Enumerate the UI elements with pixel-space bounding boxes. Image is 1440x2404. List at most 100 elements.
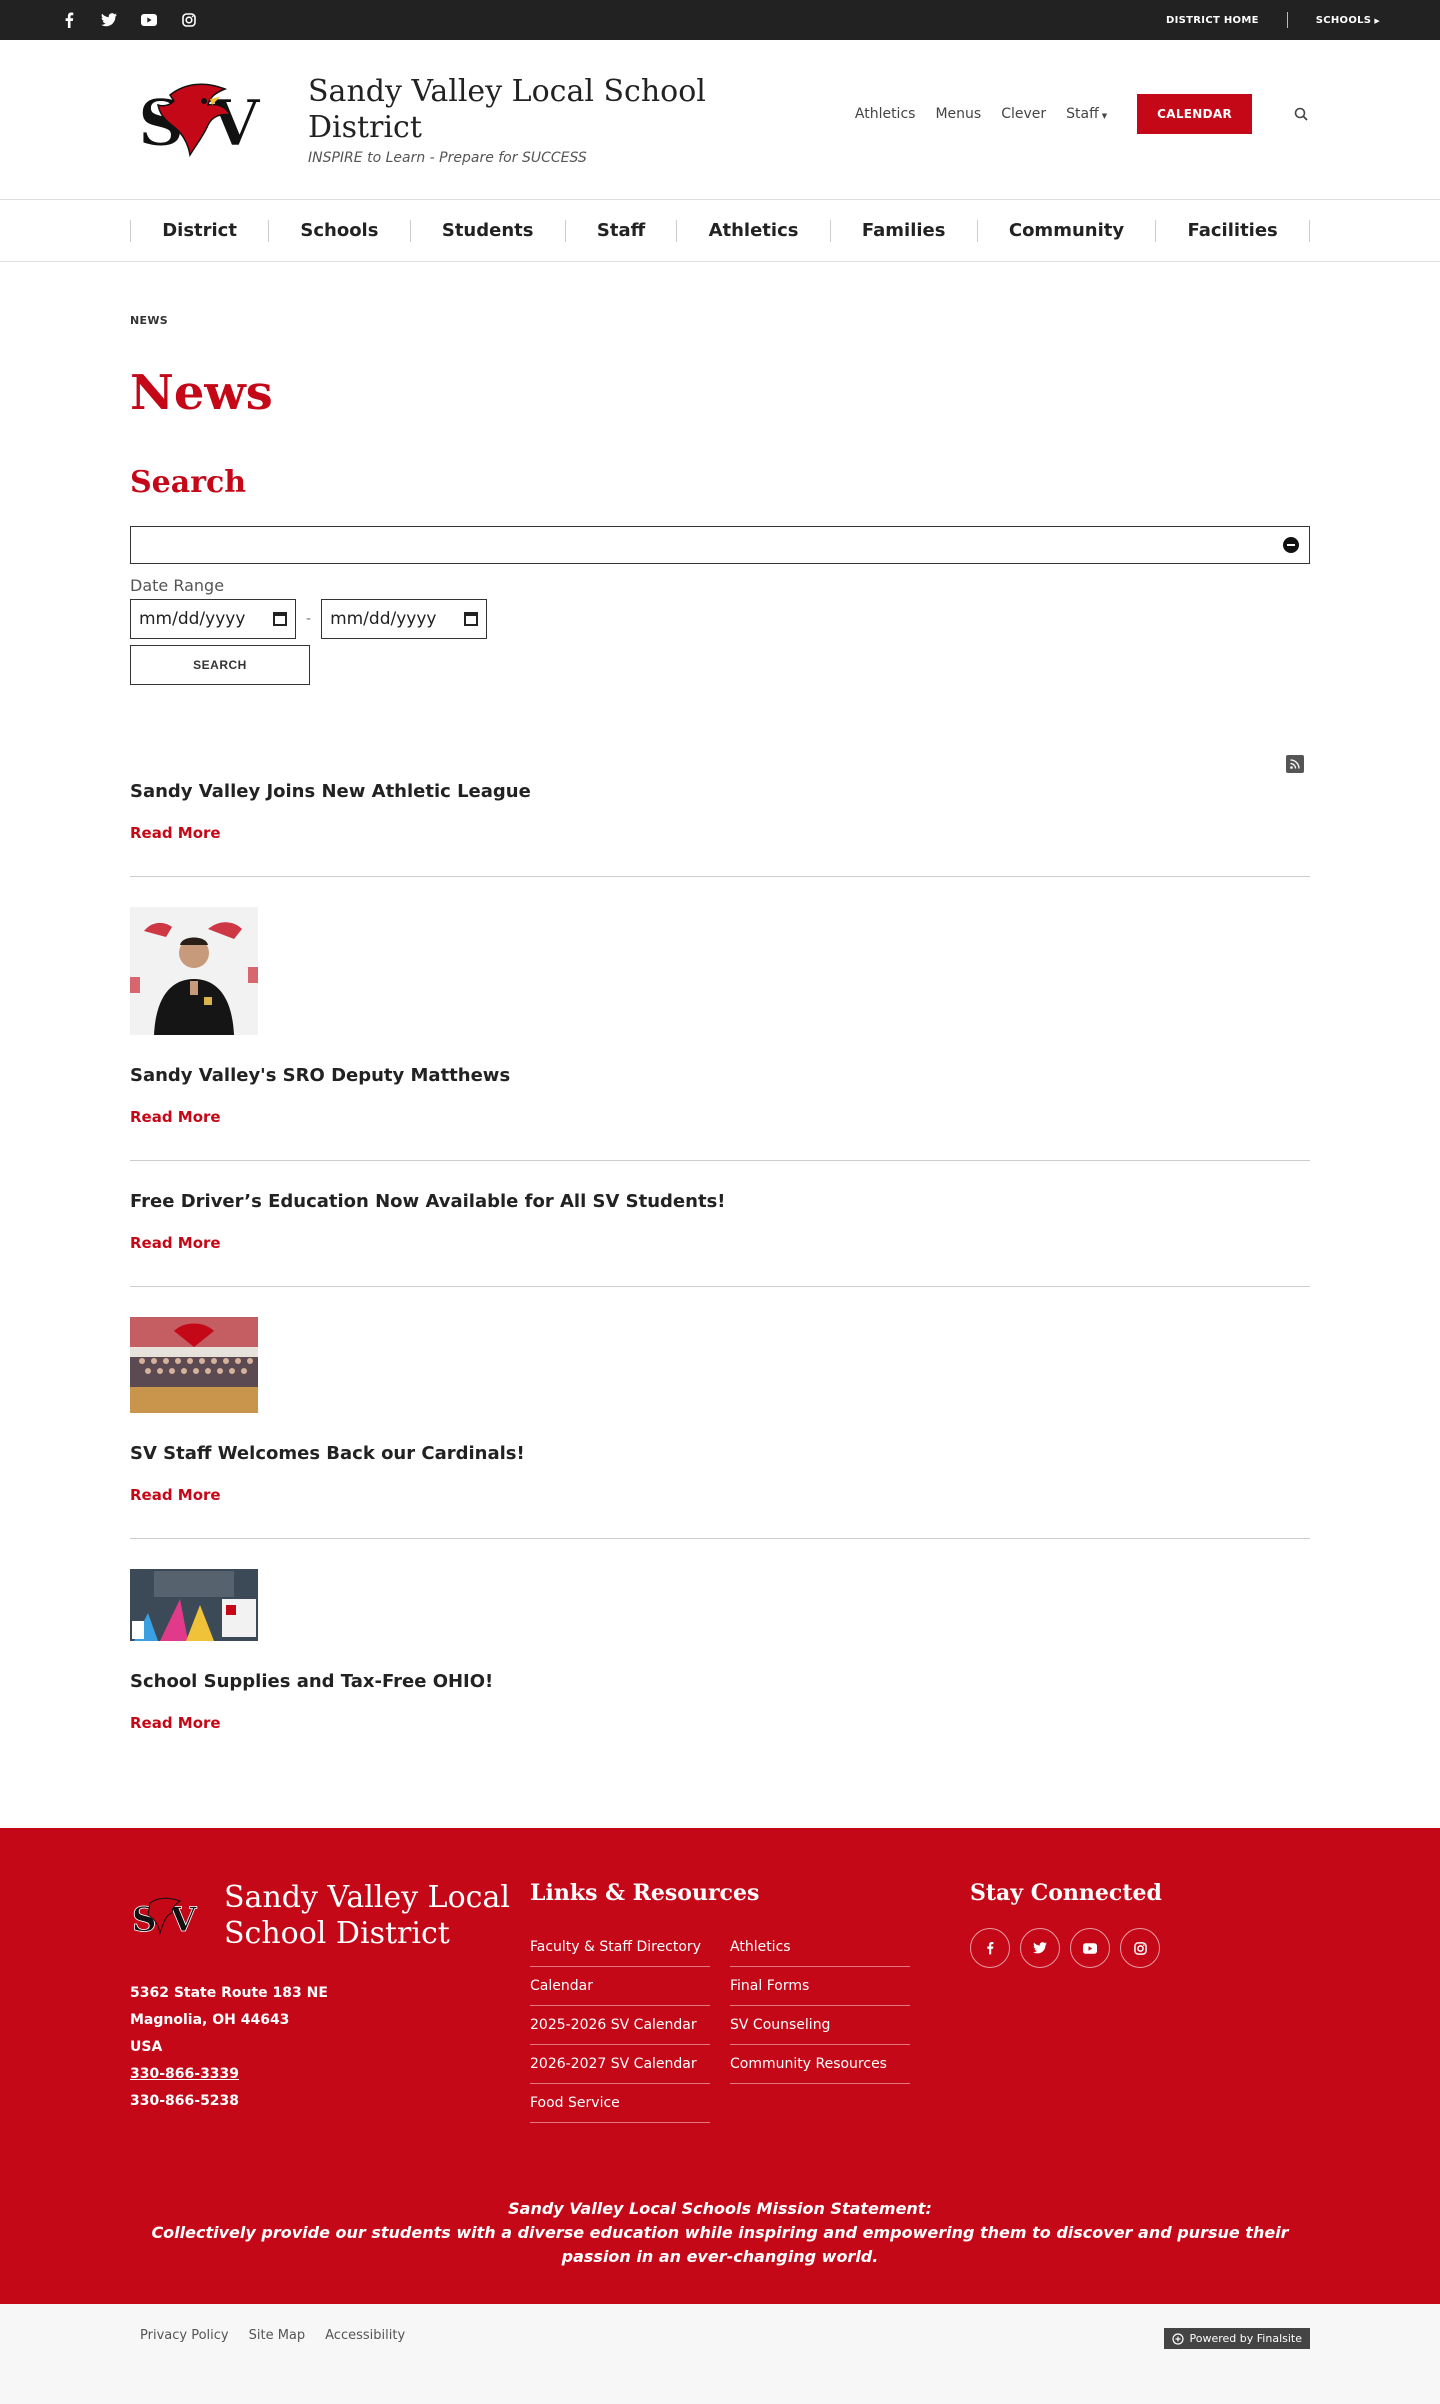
nav-label: Facilities (1187, 220, 1278, 241)
mission-text: Collectively provide our students with a… (151, 2223, 1289, 2266)
nav-item-students[interactable]: Students (411, 219, 566, 242)
read-more-link[interactable]: Read More (130, 824, 221, 842)
news-title[interactable]: Sandy Valley's SRO Deputy Matthews (130, 1065, 1310, 1086)
divider (1286, 12, 1288, 28)
main-content: NEWS News Search Date Range mm/dd/yyyy -… (0, 262, 1440, 1766)
news-list: Sandy Valley Joins New Athletic League R… (130, 751, 1310, 1766)
footer-district-name: Sandy Valley Local School District (224, 1880, 510, 1951)
footer-logo[interactable]: S V (130, 1893, 206, 1939)
read-more-link[interactable]: Read More (130, 1234, 221, 1252)
nav-label: Staff (596, 220, 646, 241)
twitter-icon[interactable] (1020, 1928, 1060, 1968)
nav-item-community[interactable]: Community (978, 219, 1157, 242)
caret-right-icon: ▶ (1374, 16, 1380, 25)
news-title[interactable]: School Supplies and Tax-Free OHIO! (130, 1671, 1310, 1692)
schools-dropdown[interactable]: SCHOOLS ▶ (1316, 15, 1380, 26)
footer-link[interactable]: 2026-2027 SV Calendar (530, 2045, 710, 2084)
news-thumbnail[interactable] (130, 1569, 258, 1645)
staff-label: Staff (1066, 106, 1099, 122)
youtube-icon[interactable] (1070, 1928, 1110, 1968)
youtube-icon[interactable] (140, 11, 158, 29)
calendar-button[interactable]: CALENDAR (1137, 94, 1252, 134)
read-more-link[interactable]: Read More (130, 1108, 221, 1126)
district-home-link[interactable]: DISTRICT HOME (1166, 15, 1259, 26)
search-input[interactable] (131, 527, 1309, 563)
privacy-policy-link[interactable]: Privacy Policy (140, 2328, 229, 2343)
brand-block: Sandy Valley Local School District INSPI… (308, 74, 728, 166)
finalsite-icon (1171, 2332, 1184, 2345)
header-link-clever[interactable]: Clever (1001, 106, 1046, 122)
news-thumbnail[interactable] (130, 907, 258, 1039)
date-to-field[interactable]: mm/dd/yyyy (321, 599, 488, 639)
clear-search-icon[interactable] (1283, 537, 1299, 553)
footer-link[interactable]: Athletics (730, 1928, 910, 1967)
search-button[interactable]: SEARCH (130, 645, 310, 685)
news-title[interactable]: Sandy Valley Joins New Athletic League (130, 781, 1310, 802)
news-thumbnail[interactable] (130, 1317, 258, 1417)
footer-link[interactable]: Food Service (530, 2084, 710, 2123)
footer-link[interactable]: Final Forms (730, 1967, 910, 2006)
phone-link[interactable]: 330-866-3339 (130, 2061, 530, 2088)
accessibility-link[interactable]: Accessibility (325, 2328, 405, 2343)
rss-icon[interactable] (1286, 755, 1304, 773)
footer-link[interactable]: SV Counseling (730, 2006, 910, 2045)
address-line: 5362 State Route 183 NE (130, 1985, 328, 2001)
twitter-icon[interactable] (100, 11, 118, 29)
address-line: USA (130, 2039, 163, 2055)
date-to-placeholder: mm/dd/yyyy (330, 609, 437, 629)
page-title: News (130, 365, 273, 421)
site-title[interactable]: Sandy Valley Local School District (308, 74, 728, 146)
nav-item-families[interactable]: Families (831, 219, 978, 242)
news-item: Free Driver’s Education Now Available fo… (130, 1161, 1310, 1287)
search-icon[interactable] (1292, 105, 1310, 123)
footer-link[interactable]: 2025-2026 SV Calendar (530, 2006, 710, 2045)
nav-item-district[interactable]: District (131, 219, 270, 242)
calendar-icon[interactable] (273, 612, 287, 626)
nav-label: Families (861, 220, 946, 241)
utility-links: DISTRICT HOME SCHOOLS ▶ (1166, 12, 1380, 28)
district-logo[interactable]: S V (130, 75, 280, 165)
facebook-icon[interactable] (60, 11, 78, 29)
nav-label: Schools (300, 220, 379, 241)
nav-label: Athletics (708, 220, 799, 241)
header-link-athletics[interactable]: Athletics (855, 106, 916, 122)
header-link-menus[interactable]: Menus (935, 106, 981, 122)
news-title[interactable]: Free Driver’s Education Now Available fo… (130, 1191, 1310, 1212)
date-range-label: Date Range (130, 576, 225, 595)
caret-down-icon: ▼ (1101, 112, 1108, 120)
header-link-staff[interactable]: Staff ▼ (1066, 106, 1107, 122)
nav-item-staff[interactable]: Staff (566, 219, 678, 242)
fax-number: 330-866-5238 (130, 2093, 240, 2109)
search-heading: Search (130, 465, 247, 500)
links-heading: Links & Resources (530, 1880, 760, 1906)
nav-item-athletics[interactable]: Athletics (677, 219, 831, 242)
site-map-link[interactable]: Site Map (249, 2328, 306, 2343)
facebook-icon[interactable] (970, 1928, 1010, 1968)
utility-bar: DISTRICT HOME SCHOOLS ▶ (0, 0, 1440, 40)
news-title[interactable]: SV Staff Welcomes Back our Cardinals! (130, 1443, 1310, 1464)
instagram-icon[interactable] (180, 11, 198, 29)
footer-link[interactable]: Faculty & Staff Directory (530, 1928, 710, 1967)
instagram-icon[interactable] (1120, 1928, 1160, 1968)
site-tagline: INSPIRE to Learn - Prepare for SUCCESS (308, 149, 587, 166)
mission-statement: Sandy Valley Local Schools Mission State… (130, 2197, 1310, 2269)
nav-item-facilities[interactable]: Facilities (1156, 219, 1310, 242)
date-from-field[interactable]: mm/dd/yyyy (130, 599, 296, 639)
nav-item-schools[interactable]: Schools (269, 219, 411, 242)
news-item: School Supplies and Tax-Free OHIO! Read … (130, 1539, 1310, 1766)
read-more-link[interactable]: Read More (130, 1486, 221, 1504)
footer-contact: S V Sandy Valley Local School District 5… (130, 1880, 530, 2123)
footer-social: Stay Connected (970, 1880, 1162, 2123)
news-item: Sandy Valley's SRO Deputy Matthews Read … (130, 877, 1310, 1161)
main-navigation: District Schools Students Staff Athletic… (0, 200, 1440, 262)
read-more-link[interactable]: Read More (130, 1714, 221, 1732)
schools-label: SCHOOLS (1315, 14, 1372, 26)
legal-links: Privacy Policy Site Map Accessibility (130, 2328, 405, 2343)
nav-label: Community (1008, 220, 1125, 241)
social-links (60, 11, 198, 29)
footer-link[interactable]: Calendar (530, 1967, 710, 2006)
calendar-icon[interactable] (464, 612, 479, 626)
footer-link[interactable]: Community Resources (730, 2045, 910, 2084)
search-box (130, 526, 1310, 564)
powered-by-badge[interactable]: Powered by Finalsite (1163, 2328, 1310, 2349)
